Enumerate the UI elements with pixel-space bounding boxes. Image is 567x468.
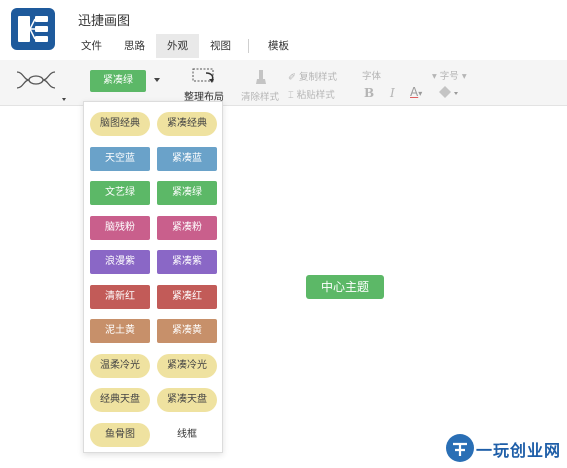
fill-color-button[interactable]: [436, 84, 460, 100]
clear-format-brush-icon: [256, 70, 266, 84]
font-color-caret-icon: ▾: [418, 89, 423, 98]
theme-button[interactable]: 紧凑绿: [90, 70, 146, 92]
watermark-logo-icon: [446, 434, 474, 462]
font-size-caret-icon: ▾: [432, 71, 440, 82]
theme-option[interactable]: 紧凑冷光: [157, 353, 217, 378]
theme-option[interactable]: 紧凑天盘: [157, 388, 217, 412]
paste-style-button[interactable]: ⌶ 粘贴样式: [288, 87, 335, 101]
menu-file[interactable]: 文件: [70, 34, 113, 58]
app-title: 迅捷画图: [78, 14, 131, 29]
theme-option[interactable]: 浪漫紫: [90, 250, 150, 274]
font-color-icon: A: [410, 85, 419, 99]
italic-button[interactable]: I: [390, 86, 395, 100]
theme-option[interactable]: 脑残粉: [90, 215, 150, 240]
watermark-text: 一玩创业网: [476, 441, 562, 460]
site-watermark: 一玩创业网: [446, 434, 564, 464]
font-color-button[interactable]: A▾: [410, 85, 422, 99]
arrange-layout-button[interactable]: 整理布局: [178, 66, 230, 103]
font-size-dropdown-icon: ▾: [458, 71, 467, 82]
theme-option[interactable]: 清新红: [90, 284, 150, 309]
menu-divider: [248, 39, 249, 53]
main-menu: 文件 思路 外观 视图 模板: [70, 34, 300, 58]
paste-style-icon: ⌶: [288, 90, 297, 101]
theme-option[interactable]: 紧凑黄: [157, 319, 217, 343]
theme-option[interactable]: 紧凑红: [157, 284, 217, 309]
theme-dropdown-caret-icon[interactable]: [154, 78, 160, 82]
clear-style-button[interactable]: 清除样式: [236, 66, 284, 103]
font-family-label: 字体: [362, 71, 382, 82]
bold-button[interactable]: B: [364, 86, 374, 100]
menu-ideas[interactable]: 思路: [113, 34, 156, 58]
paste-style-label: 粘贴样式: [296, 90, 335, 101]
menu-template[interactable]: 模板: [257, 34, 300, 58]
font-size-select[interactable]: ▾ 字号 ▾: [432, 68, 467, 82]
copy-style-icon: ✐: [288, 72, 299, 83]
menu-view[interactable]: 视图: [199, 34, 242, 58]
theme-option[interactable]: 紧凑经典: [157, 112, 217, 136]
theme-option[interactable]: 鱼骨图: [90, 422, 150, 447]
theme-option[interactable]: 线框: [157, 423, 217, 447]
theme-option[interactable]: 紧凑绿: [157, 181, 217, 205]
theme-option[interactable]: 文艺绿: [90, 181, 150, 205]
fill-bucket-icon: [439, 86, 458, 98]
center-topic-node[interactable]: 中心主题: [306, 275, 384, 299]
copy-style-label: 复制样式: [298, 72, 337, 83]
clear-style-label: 清除样式: [240, 92, 279, 103]
arrange-layout-icon: [192, 68, 214, 83]
theme-dropdown-menu: 脑图经典 紧凑经典 天空蓝 紧凑蓝 文艺绿 紧凑绿 脑残粉 紧凑粉 浪漫紫 紧凑紫 清新红 紧凑红 泥土…: [83, 101, 223, 453]
structure-button[interactable]: [14, 66, 70, 102]
font-size-label: 字号: [439, 71, 459, 82]
theme-option[interactable]: 脑图经典: [90, 112, 150, 136]
toolbar: 紧凑绿 整理布局 清除样式 ✐ 复制样式 ⌶ 粘贴样式 字体 ▾ 字号 ▾ B …: [0, 60, 567, 106]
copy-style-button[interactable]: ✐ 复制样式: [288, 69, 337, 83]
theme-option[interactable]: 紧凑紫: [157, 250, 217, 274]
theme-option[interactable]: 紧凑蓝: [157, 146, 217, 171]
theme-option[interactable]: 天空蓝: [90, 146, 150, 171]
menu-appearance[interactable]: 外观: [156, 34, 199, 58]
title-bar: 迅捷画图 文件 思路 外观 视图 模板: [0, 0, 567, 60]
theme-option[interactable]: 经典天盘: [90, 388, 150, 412]
app-logo-icon: [11, 8, 55, 50]
mindmap-structure-icon: [16, 71, 66, 101]
theme-option[interactable]: 温柔冷光: [90, 353, 150, 378]
font-family-select[interactable]: 字体: [362, 68, 381, 82]
theme-option[interactable]: 紧凑粉: [157, 215, 217, 240]
theme-option[interactable]: 泥土黄: [90, 319, 150, 343]
